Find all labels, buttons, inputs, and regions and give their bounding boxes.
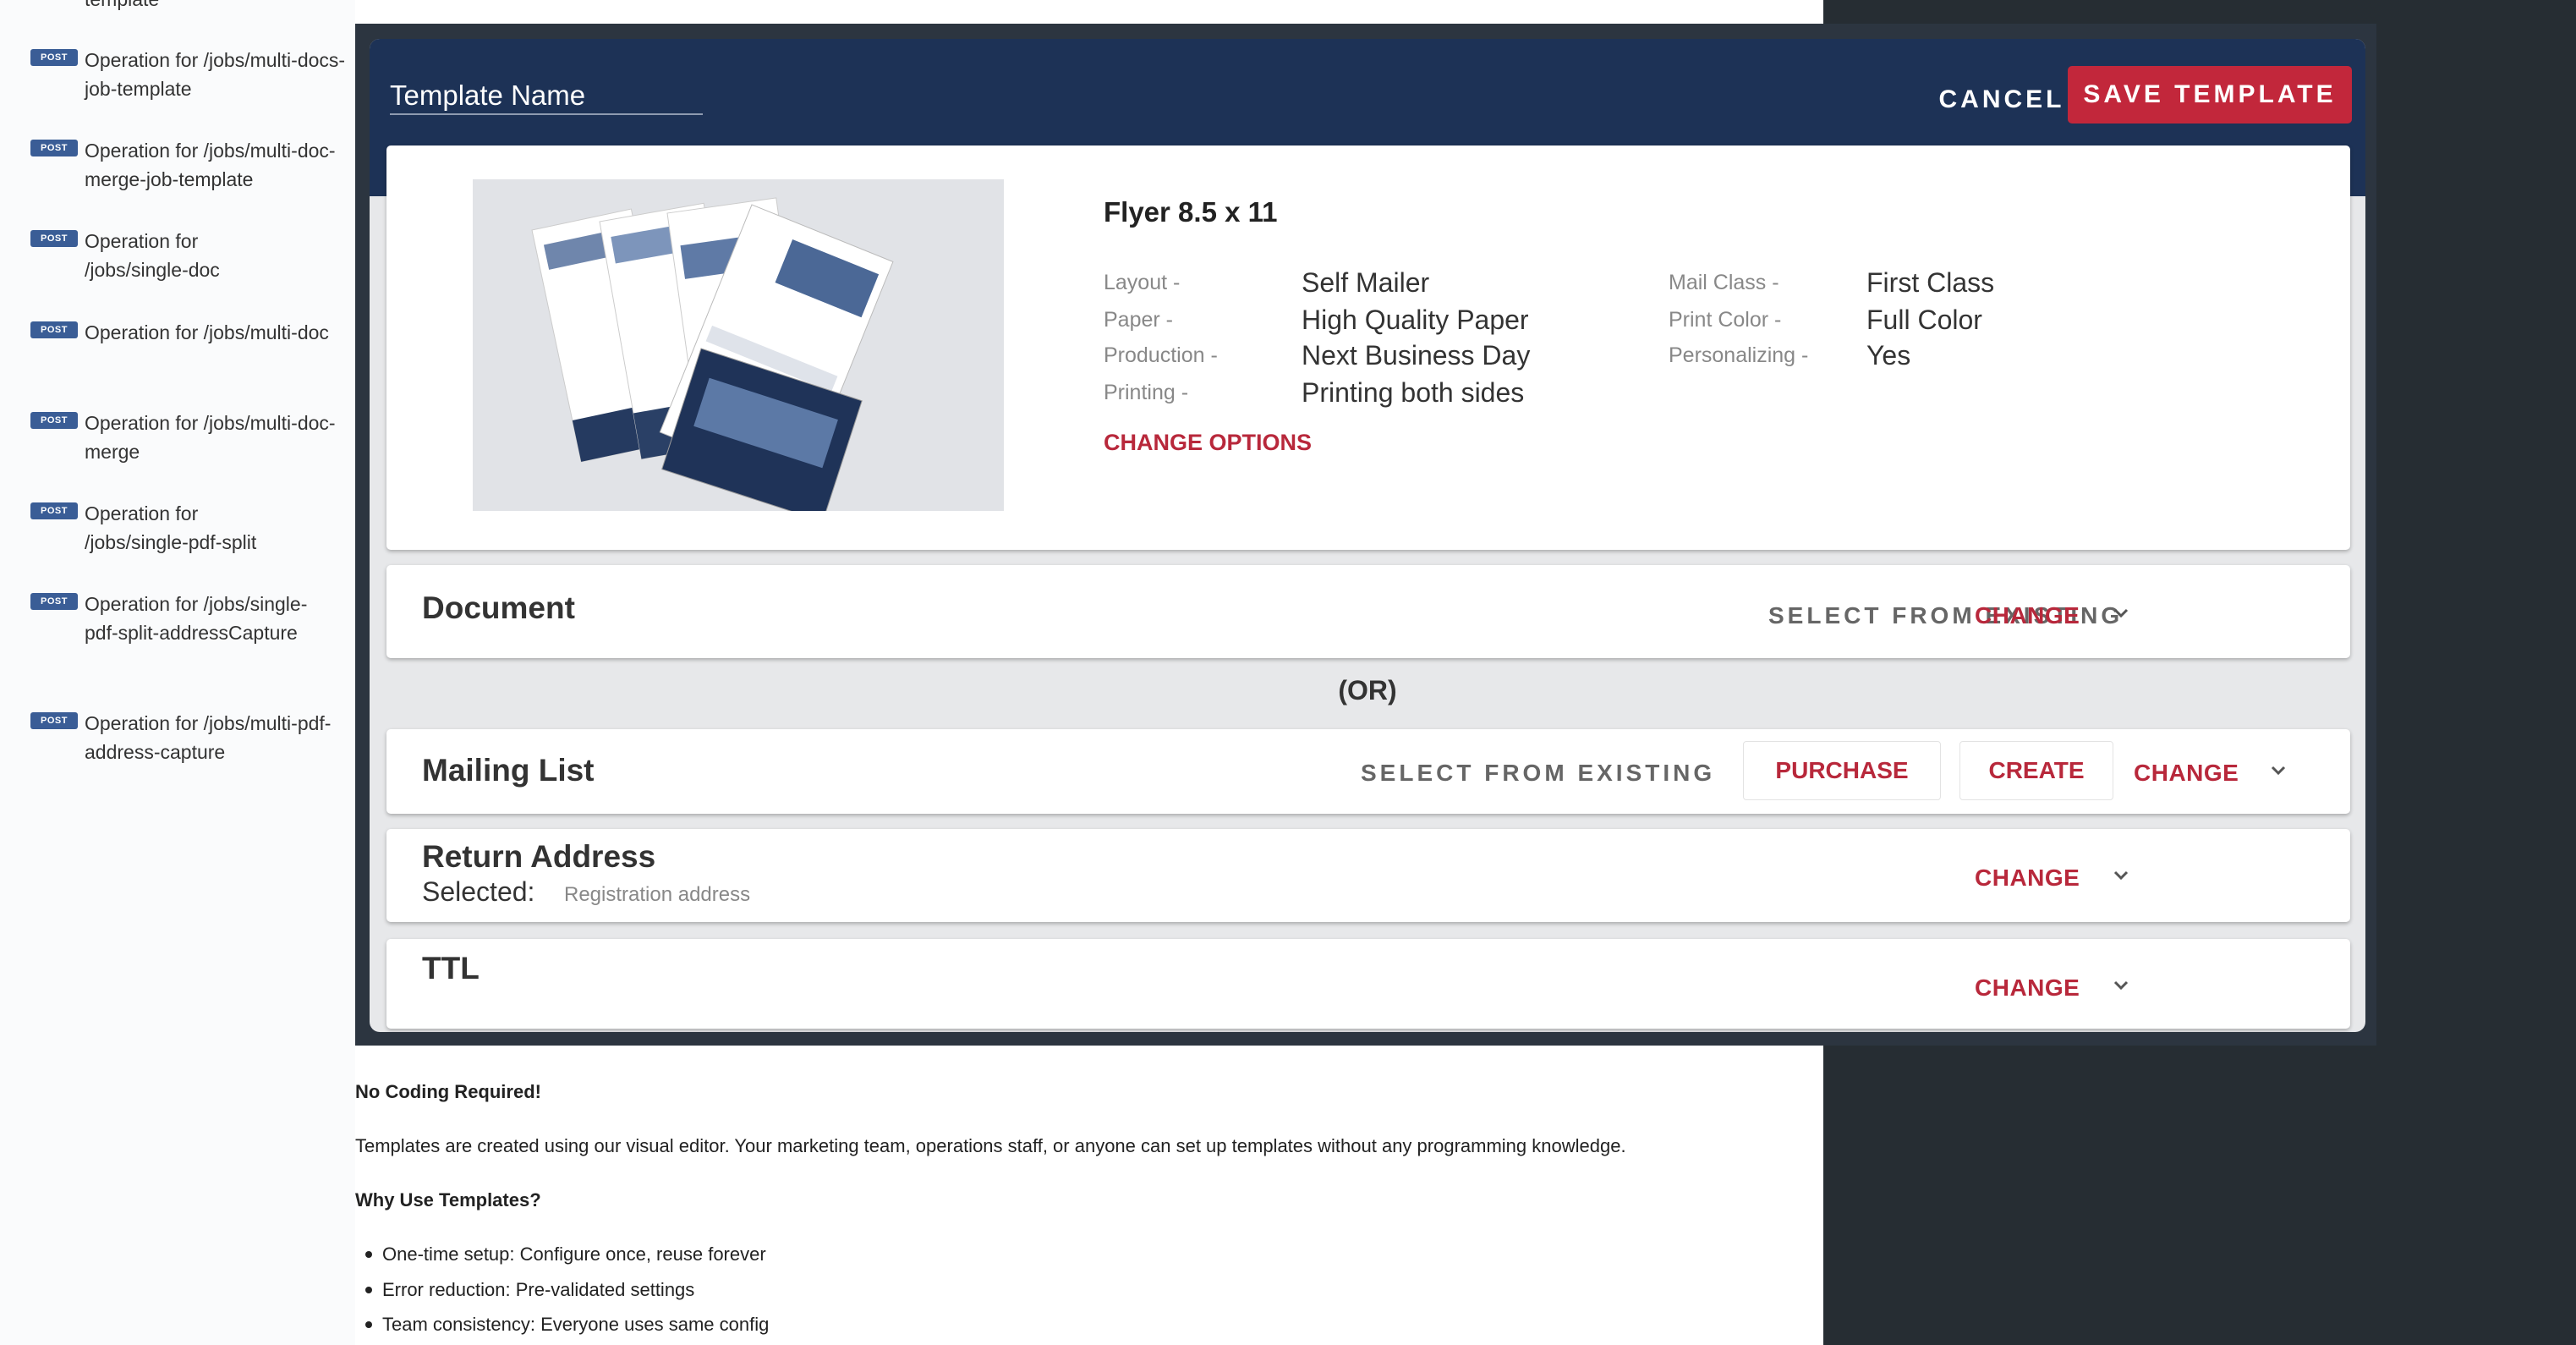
- return-address-section: Return Address Selected: Registration ad…: [386, 829, 2350, 922]
- selected-label: Selected:: [422, 876, 535, 907]
- save-template-button[interactable]: SAVE TEMPLATE: [2068, 66, 2352, 124]
- post-badge: POST: [30, 502, 78, 519]
- document-change-link[interactable]: CHANGE: [1975, 602, 2080, 629]
- why-use-templates-heading: Why Use Templates?: [355, 1189, 541, 1210]
- post-badge: POST: [30, 593, 78, 610]
- option-value: Full Color: [1866, 305, 1982, 335]
- product-card: Flyer 8.5 x 11 Layout - Self Mailer Pape…: [386, 145, 2350, 550]
- bullet-item: Error reduction: Pre-validated settings: [382, 1279, 695, 1300]
- template-editor-modal: Template Name CANCEL SAVE TEMPLATE Flyer…: [370, 39, 2365, 1032]
- option-value: Next Business Day: [1302, 340, 1531, 371]
- post-badge: POST: [30, 140, 78, 156]
- sidebar-item-multi-doc[interactable]: POST Operation for /jobs/multi-doc: [30, 318, 335, 377]
- bullet-item: One-time setup: Configure once, reuse fo…: [382, 1243, 766, 1265]
- sidebar-item-label: Operation for /jobs/multi-docs-job-templ…: [85, 49, 346, 100]
- select-from-existing-button[interactable]: SELECT FROM EXISTING: [1361, 760, 1715, 787]
- mailing-list-change-link[interactable]: CHANGE: [2134, 760, 2239, 787]
- bullet-item: Team consistency: Everyone uses same con…: [382, 1314, 770, 1335]
- chevron-down-icon[interactable]: [2112, 866, 2130, 885]
- sidebar-item-label: Operation for /jobs/single-doc: [85, 230, 220, 281]
- chevron-down-icon[interactable]: [2112, 604, 2130, 623]
- document-section: Document SELECT FROM EXISTING CHANGE: [386, 565, 2350, 658]
- option-value: Printing both sides: [1302, 377, 1525, 408]
- mailing-list-title: Mailing List: [422, 753, 595, 788]
- sidebar-item-single-pdf-split[interactable]: POST Operation for /jobs/single-pdf-spli…: [30, 499, 335, 558]
- return-address-title: Return Address: [422, 839, 656, 874]
- option-label: Production -: [1104, 343, 1218, 367]
- document-title: Document: [422, 590, 575, 625]
- option-label: Paper -: [1104, 308, 1173, 332]
- post-badge: POST: [30, 49, 78, 66]
- option-value: Self Mailer: [1302, 267, 1430, 298]
- sidebar-item-label: Operation for /jobs/multi-doc-merge: [85, 412, 336, 463]
- sidebar-item-label: Operation for /jobs/multi-doc-merge-job-…: [85, 140, 336, 190]
- product-preview-image: [473, 179, 1004, 523]
- sidebar-item-label: Operation for /jobs/multi-pdf-address-ca…: [85, 712, 332, 763]
- or-divider: (OR): [1338, 675, 1397, 705]
- chevron-down-icon[interactable]: [2112, 976, 2130, 995]
- option-label: Print Color -: [1669, 308, 1782, 332]
- product-title: Flyer 8.5 x 11: [1104, 196, 1278, 228]
- sidebar-item-label: Operation for /jobs/multi-doc: [85, 321, 329, 343]
- bullet-dot: [365, 1251, 372, 1258]
- template-name-input[interactable]: Template Name: [390, 80, 703, 115]
- sidebar-item-label[interactable]: template: [85, 0, 159, 14]
- sidebar-item-multi-doc-merge-job-template[interactable]: POST Operation for /jobs/multi-doc-merge…: [30, 136, 336, 195]
- cancel-button[interactable]: CANCEL: [1917, 76, 2086, 124]
- sidebar-item-label: Operation for /jobs/single-pdf-split-add…: [85, 593, 308, 644]
- option-value: First Class: [1866, 267, 1995, 298]
- ttl-section: TTL CHANGE: [386, 939, 2350, 1029]
- no-coding-body: Templates are created using our visual e…: [355, 1135, 1626, 1156]
- option-value: High Quality Paper: [1302, 305, 1529, 335]
- post-badge: POST: [30, 230, 78, 247]
- sidebar-item-single-doc[interactable]: POST Operation for /jobs/single-doc: [30, 227, 335, 286]
- bullet-dot: [365, 1287, 372, 1293]
- option-label: Layout -: [1104, 271, 1181, 294]
- ttl-title: TTL: [422, 951, 480, 985]
- no-coding-heading: No Coding Required!: [355, 1081, 541, 1102]
- ttl-change-link[interactable]: CHANGE: [1975, 974, 2080, 1002]
- sidebar: template POST Operation for /jobs/multi-…: [0, 0, 357, 1345]
- post-badge: POST: [30, 412, 78, 429]
- sidebar-item-multi-pdf-address-capture[interactable]: POST Operation for /jobs/multi-pdf-addre…: [30, 709, 335, 768]
- option-label: Mail Class -: [1669, 271, 1779, 294]
- option-value: Yes: [1866, 340, 1911, 371]
- post-badge: POST: [30, 712, 78, 729]
- sidebar-item-multi-doc-merge[interactable]: POST Operation for /jobs/multi-doc-merge: [30, 409, 336, 468]
- selected-address-value: Registration address: [564, 883, 751, 906]
- post-badge: POST: [30, 321, 78, 338]
- chevron-down-icon[interactable]: [2269, 761, 2288, 780]
- create-button[interactable]: CREATE: [1959, 741, 2113, 800]
- change-options-link[interactable]: CHANGE OPTIONS: [1104, 430, 1312, 456]
- bullet-dot: [365, 1321, 372, 1328]
- return-address-change-link[interactable]: CHANGE: [1975, 865, 2080, 892]
- sidebar-item-multi-docs-job-template[interactable]: POST Operation for /jobs/multi-docs-job-…: [30, 46, 345, 105]
- sidebar-item-single-pdf-split-addresscapture[interactable]: POST Operation for /jobs/single-pdf-spli…: [30, 590, 335, 678]
- option-label: Printing -: [1104, 381, 1189, 404]
- purchase-button[interactable]: PURCHASE: [1743, 741, 1941, 800]
- mailing-list-section: Mailing List SELECT FROM EXISTING PURCHA…: [386, 729, 2350, 814]
- sidebar-item-label: Operation for /jobs/single-pdf-split: [85, 502, 257, 553]
- option-label: Personalizing -: [1669, 343, 1809, 367]
